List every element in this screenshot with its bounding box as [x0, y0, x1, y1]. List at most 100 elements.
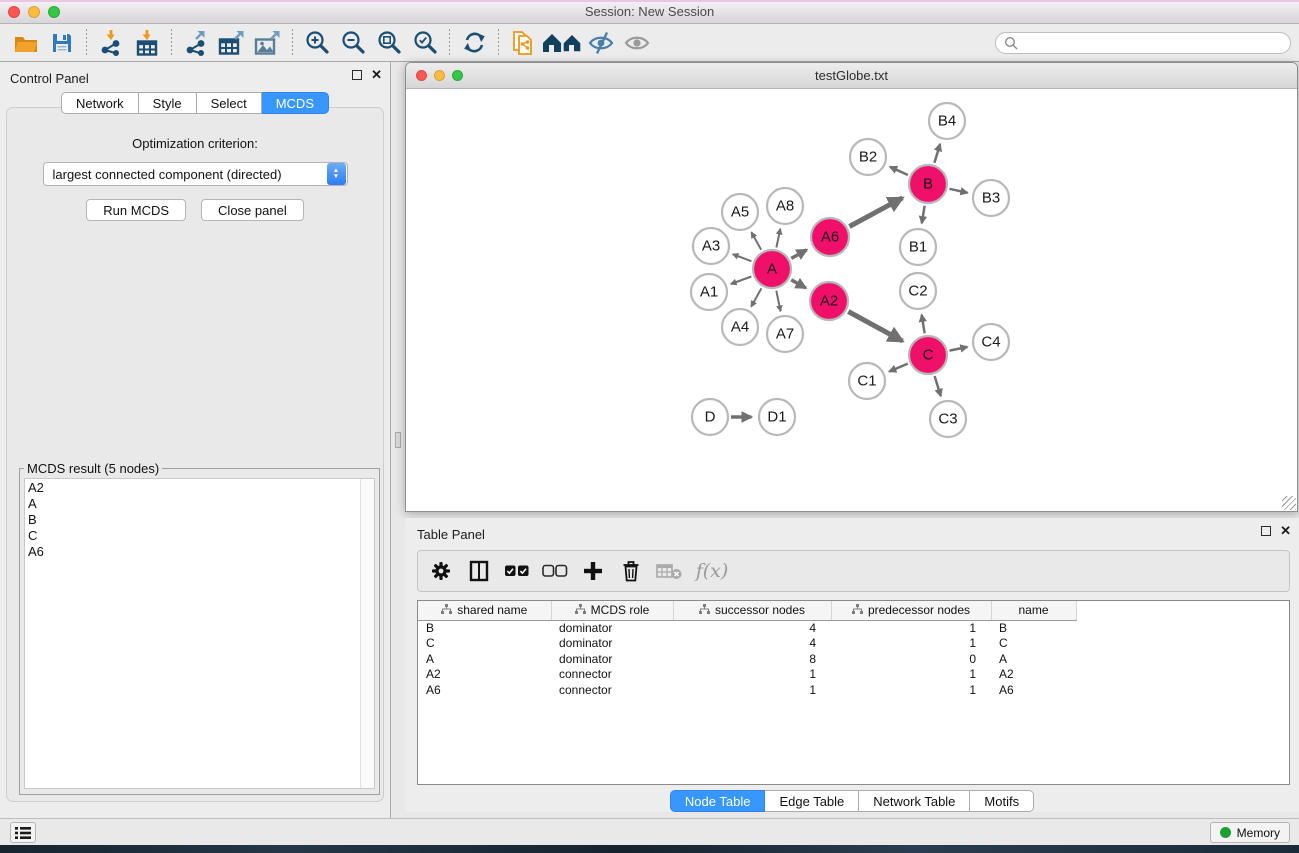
tab-edge-table[interactable]: Edge Table [765, 790, 859, 812]
mcds-result-item[interactable]: A2 [28, 480, 360, 496]
graph-edge-C-C1[interactable] [889, 364, 908, 372]
split-view-button[interactable] [462, 554, 496, 588]
table-row[interactable]: A6connector11A6 [418, 682, 1289, 698]
close-panel-icon[interactable]: ✕ [1280, 526, 1291, 536]
table-row[interactable]: Cdominator41C [418, 636, 1289, 652]
table-cell[interactable]: C [418, 636, 551, 652]
graph-edge-A-A3[interactable] [733, 254, 752, 261]
column-header-MCDS-role[interactable]: MCDS role [551, 601, 673, 620]
network-canvas[interactable]: B4B2BB3A5A8A6A3B1AA1C2A2A4A7C4CC1C3DD1 [406, 89, 1297, 510]
open-session-button[interactable] [8, 27, 44, 59]
network-window-titlebar[interactable]: testGlobe.txt [406, 63, 1297, 89]
graph-edge-C-C2[interactable] [922, 315, 925, 334]
search-input[interactable] [1023, 36, 1282, 50]
tab-style[interactable]: Style [139, 92, 197, 114]
table-cell[interactable]: B [418, 620, 551, 636]
graph-edge-A2-C[interactable] [848, 312, 902, 342]
table-cell[interactable]: 1 [673, 682, 831, 698]
float-panel-icon[interactable] [352, 70, 362, 80]
table-cell[interactable]: 1 [831, 636, 991, 652]
graph-edge-A-A8[interactable] [776, 229, 780, 248]
column-header-shared-name[interactable]: shared name [418, 601, 551, 620]
graph-edge-A-A1[interactable] [731, 277, 752, 285]
table-row[interactable]: Adominator80A [418, 651, 1289, 667]
tab-network-table[interactable]: Network Table [859, 790, 970, 812]
table-cell[interactable]: B [991, 620, 1076, 636]
save-session-button[interactable] [44, 27, 80, 59]
optimization-dropdown[interactable]: largest connected component (directed) ▲… [43, 162, 348, 186]
export-image-button[interactable] [250, 27, 286, 59]
table-cell[interactable]: 1 [831, 620, 991, 636]
table-cell[interactable]: 1 [673, 667, 831, 683]
hide-panels-button[interactable] [583, 27, 619, 59]
mcds-result-item[interactable]: A [28, 496, 360, 512]
table-cell[interactable]: A2 [418, 667, 551, 683]
graph-edge-A-A7[interactable] [776, 291, 780, 312]
graph-edge-B-B3[interactable] [950, 189, 968, 193]
add-column-button[interactable] [576, 554, 610, 588]
table-cell[interactable]: 0 [831, 651, 991, 667]
table-cell[interactable]: dominator [551, 620, 673, 636]
graph-edge-A-A2[interactable] [791, 280, 806, 288]
search-field[interactable] [995, 32, 1291, 54]
graph-edge-A-A5[interactable] [751, 232, 761, 250]
select-all-columns-button[interactable] [500, 554, 534, 588]
table-header-row[interactable]: shared nameMCDS rolesuccessor nodesprede… [418, 601, 1289, 620]
graph-edge-B-B4[interactable] [934, 144, 940, 163]
network-overview-button[interactable] [541, 27, 583, 59]
export-table-button[interactable] [214, 27, 250, 59]
graph-edge-A-A6[interactable] [791, 250, 806, 259]
tab-network[interactable]: Network [61, 92, 139, 114]
graph-edge-A-A4[interactable] [751, 288, 761, 306]
table-row[interactable]: Bdominator41B [418, 620, 1289, 636]
table-cell[interactable]: A [418, 651, 551, 667]
export-network-button[interactable] [178, 27, 214, 59]
tab-motifs[interactable]: Motifs [970, 790, 1034, 812]
table-cell[interactable]: A6 [418, 682, 551, 698]
mcds-result-item[interactable]: A6 [28, 544, 360, 560]
table-cell[interactable]: dominator [551, 651, 673, 667]
show-panels-button[interactable] [619, 27, 655, 59]
tab-select[interactable]: Select [197, 92, 262, 114]
graph-edge-B-B2[interactable] [890, 167, 908, 175]
table-cell[interactable]: 1 [831, 682, 991, 698]
float-panel-icon[interactable] [1261, 526, 1271, 536]
table-cell[interactable]: 1 [831, 667, 991, 683]
divider-handle[interactable] [395, 432, 401, 448]
table-cell[interactable]: connector [551, 682, 673, 698]
zoom-selected-button[interactable] [407, 27, 443, 59]
table-cell[interactable]: A6 [991, 682, 1076, 698]
memory-button[interactable]: Memory [1210, 822, 1290, 843]
table-cell[interactable]: A2 [991, 667, 1076, 683]
table-cell[interactable]: 4 [673, 620, 831, 636]
import-table-button[interactable] [129, 27, 165, 59]
table-cell[interactable]: 8 [673, 651, 831, 667]
graph-edge-B-B1[interactable] [922, 206, 925, 224]
mcds-result-item[interactable]: B [28, 512, 360, 528]
close-panel-icon[interactable]: ✕ [371, 70, 382, 80]
table-cell[interactable]: C [991, 636, 1076, 652]
column-header-predecessor-nodes[interactable]: predecessor nodes [831, 601, 991, 620]
delete-table-button[interactable] [652, 554, 686, 588]
resize-grip-icon[interactable] [1282, 496, 1296, 510]
zoom-out-button[interactable] [335, 27, 371, 59]
mcds-result-item[interactable]: C [28, 528, 360, 544]
function-builder-button[interactable]: f(x) [690, 554, 734, 588]
task-history-button[interactable] [10, 822, 36, 843]
graph-edge-A6-B[interactable] [849, 198, 902, 227]
deselect-all-columns-button[interactable] [538, 554, 572, 588]
table-settings-button[interactable] [424, 554, 458, 588]
tab-mcds[interactable]: MCDS [262, 92, 329, 114]
table-cell[interactable]: 4 [673, 636, 831, 652]
close-panel-button[interactable]: Close panel [201, 199, 304, 221]
table-cell[interactable]: dominator [551, 636, 673, 652]
refresh-layout-button[interactable] [456, 27, 492, 59]
table-row[interactable]: A2connector11A2 [418, 667, 1289, 683]
delete-columns-button[interactable] [614, 554, 648, 588]
graph-edge-C-C3[interactable] [935, 376, 941, 396]
panel-divider[interactable] [392, 62, 405, 818]
table-cell[interactable]: connector [551, 667, 673, 683]
dropdown-stepper[interactable]: ▲ ▼ [327, 163, 346, 185]
graph-edge-C-C4[interactable] [950, 347, 968, 351]
result-list-scrollbar[interactable] [360, 479, 374, 788]
